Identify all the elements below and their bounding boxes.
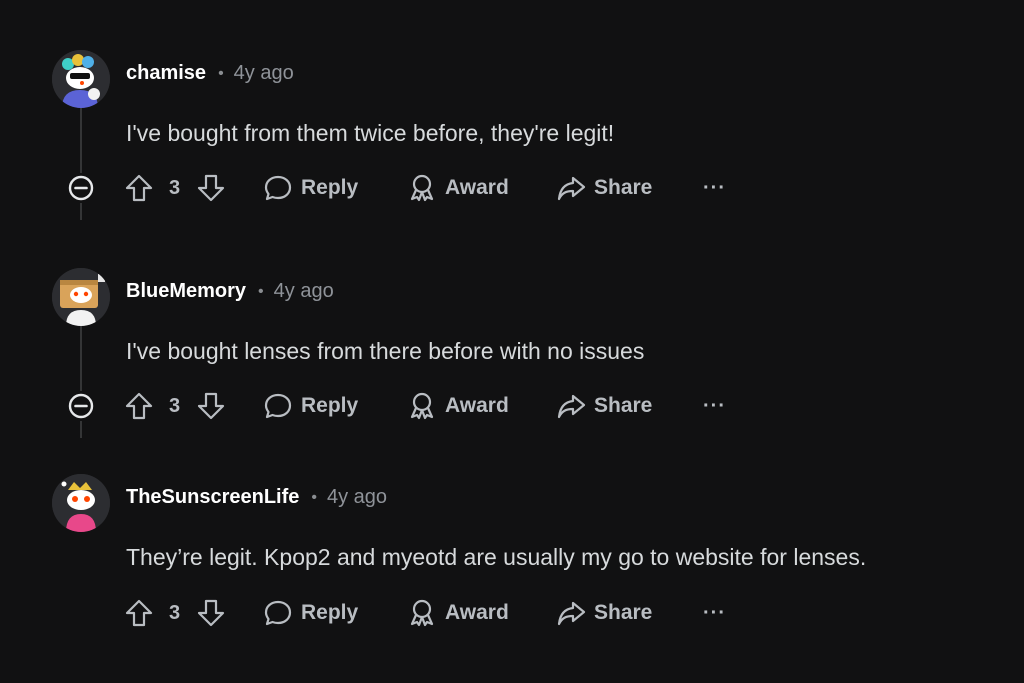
reply-button[interactable]: Reply <box>263 386 358 426</box>
reply-button[interactable]: Reply <box>263 168 358 208</box>
share-button[interactable]: Share <box>556 168 652 208</box>
upvote-arrow-icon <box>125 392 153 420</box>
collapse-minus-icon <box>68 175 94 201</box>
more-options-button[interactable]: ··· <box>703 386 726 426</box>
more-options-button[interactable]: ··· <box>703 593 726 633</box>
speech-bubble-icon <box>264 600 292 626</box>
upvote-button[interactable] <box>124 593 154 633</box>
reply-label: Reply <box>301 601 359 624</box>
avatar[interactable] <box>52 268 110 326</box>
comment-body: I've bought from them twice before, they… <box>126 120 615 146</box>
comment-actions: 3 Reply Award Share ··· <box>0 593 1024 633</box>
avatar-image <box>52 474 110 532</box>
comment-actions: 3 Reply Award Share ··· <box>0 168 1024 208</box>
upvote-button[interactable] <box>124 386 154 426</box>
username[interactable]: BlueMemory <box>126 280 246 303</box>
vote-count: 3 <box>169 394 181 417</box>
comment-thread: chamise • 4y ago I've bought from them t… <box>0 0 1024 683</box>
username[interactable]: chamise <box>126 62 206 85</box>
share-arrow-icon <box>557 394 586 419</box>
username[interactable]: TheSunscreenLife <box>126 486 299 509</box>
award-label: Award <box>445 601 509 624</box>
avatar[interactable] <box>52 50 110 108</box>
reply-label: Reply <box>301 394 359 417</box>
share-button[interactable]: Share <box>556 593 652 633</box>
avatar[interactable] <box>52 474 110 532</box>
downvote-arrow-icon <box>197 174 225 202</box>
meta-separator: • <box>311 488 317 506</box>
comment-actions: 3 Reply Award Share ··· <box>0 386 1024 426</box>
timestamp[interactable]: 4y ago <box>327 486 387 509</box>
comment-body: They’re legit. Kpop2 and myeotd are usua… <box>126 544 867 570</box>
downvote-arrow-icon <box>197 599 225 627</box>
reply-label: Reply <box>301 176 359 199</box>
upvote-arrow-icon <box>125 599 153 627</box>
award-ribbon-icon <box>410 174 434 202</box>
vote-count: 3 <box>169 601 181 624</box>
award-button[interactable]: Award <box>407 386 509 426</box>
comment-body: I've bought lenses from there before wit… <box>126 338 645 364</box>
share-label: Share <box>594 601 653 624</box>
timestamp[interactable]: 4y ago <box>234 62 294 85</box>
award-ribbon-icon <box>410 392 434 420</box>
collapse-minus-icon <box>68 393 94 419</box>
meta-separator: • <box>258 282 264 300</box>
downvote-button[interactable] <box>196 386 226 426</box>
upvote-arrow-icon <box>125 174 153 202</box>
downvote-button[interactable] <box>196 168 226 208</box>
avatar-image <box>52 268 110 326</box>
share-label: Share <box>594 394 653 417</box>
award-button[interactable]: Award <box>407 593 509 633</box>
reply-button[interactable]: Reply <box>263 593 358 633</box>
vote-count: 3 <box>169 176 181 199</box>
share-arrow-icon <box>557 176 586 201</box>
collapse-button[interactable] <box>66 173 96 203</box>
upvote-button[interactable] <box>124 168 154 208</box>
avatar-image <box>52 50 110 108</box>
collapse-button[interactable] <box>66 391 96 421</box>
award-label: Award <box>445 176 509 199</box>
timestamp[interactable]: 4y ago <box>274 280 334 303</box>
speech-bubble-icon <box>264 393 292 419</box>
more-options-button[interactable]: ··· <box>703 168 726 208</box>
share-arrow-icon <box>557 601 586 626</box>
award-label: Award <box>445 394 509 417</box>
award-ribbon-icon <box>410 599 434 627</box>
share-label: Share <box>594 176 653 199</box>
share-button[interactable]: Share <box>556 386 652 426</box>
meta-separator: • <box>218 64 224 82</box>
downvote-button[interactable] <box>196 593 226 633</box>
downvote-arrow-icon <box>197 392 225 420</box>
speech-bubble-icon <box>264 175 292 201</box>
award-button[interactable]: Award <box>407 168 509 208</box>
